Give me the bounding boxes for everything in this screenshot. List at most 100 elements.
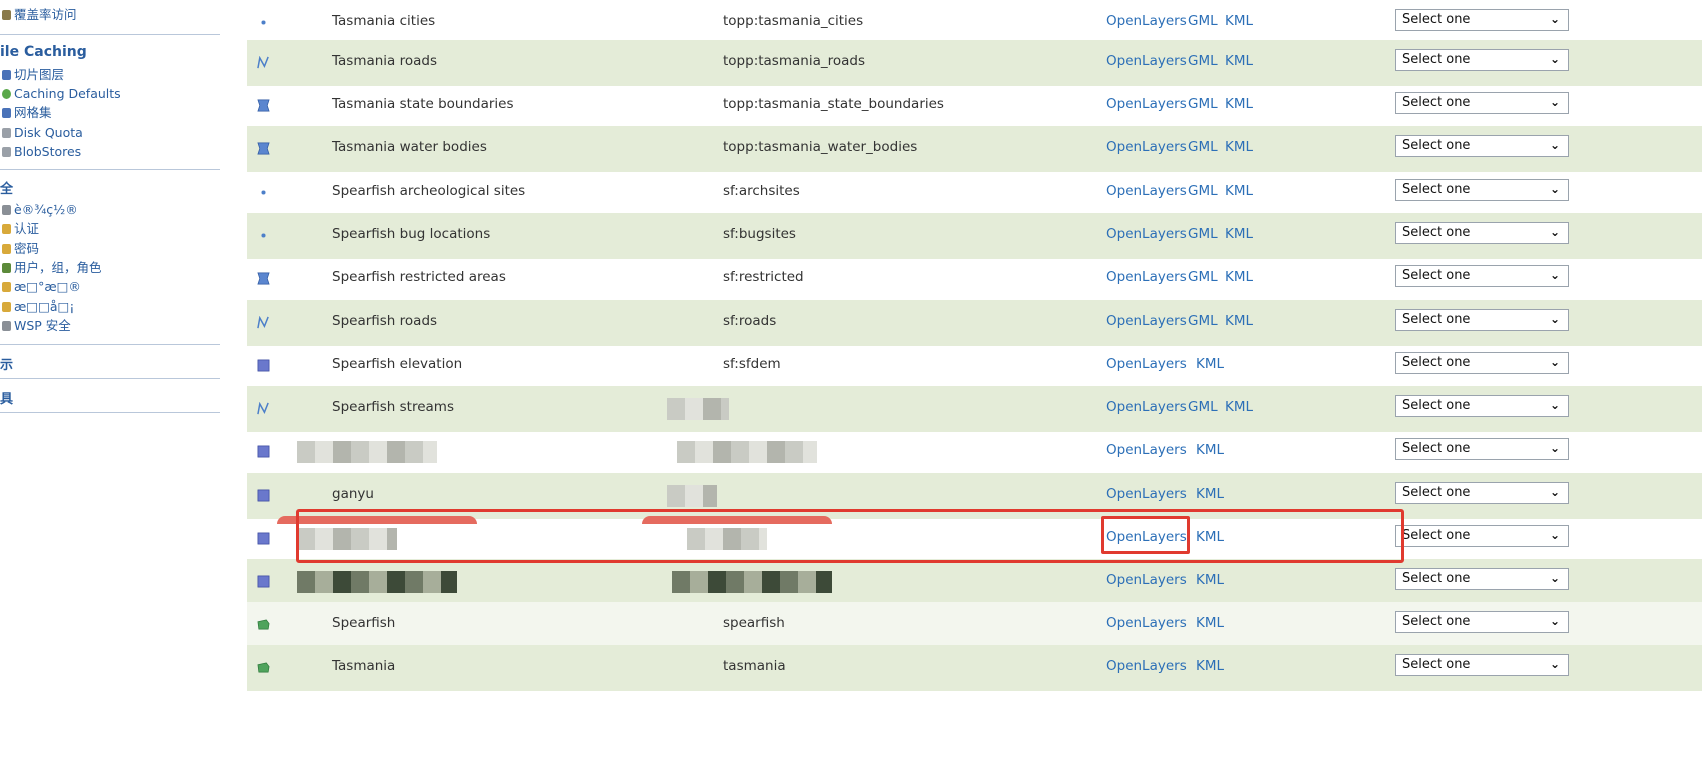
chevron-down-icon: ⌄ xyxy=(1549,485,1560,499)
output-format-select[interactable]: Select one ⌄ xyxy=(1395,352,1569,374)
select-value: Select one xyxy=(1402,485,1471,500)
layer-name: sf:roads xyxy=(723,313,777,329)
output-format-select[interactable]: Select one ⌄ xyxy=(1395,568,1569,590)
preview-link-kml[interactable]: KML xyxy=(1225,53,1253,69)
sidebar-item-tile-layers[interactable]: 切片图层 xyxy=(2,66,64,84)
chevron-down-icon: ⌄ xyxy=(1549,268,1560,282)
preview-link-openlayers[interactable]: OpenLayers xyxy=(1106,572,1187,588)
preview-link-gml[interactable]: GML xyxy=(1188,53,1218,69)
preview-link-gml[interactable]: GML xyxy=(1188,226,1218,242)
sidebar-item-service-security[interactable]: æ□□å□¡ xyxy=(2,298,74,316)
preview-link-kml[interactable]: KML xyxy=(1225,226,1253,242)
output-format-select[interactable]: Select one ⌄ xyxy=(1395,482,1569,504)
chevron-down-icon: ⌄ xyxy=(1549,12,1560,26)
layer-title: Tasmania xyxy=(332,658,396,674)
preview-link-gml[interactable]: GML xyxy=(1188,183,1218,199)
sidebar-item-settings[interactable]: è®¾ç½® xyxy=(2,201,78,219)
preview-link-kml[interactable]: KML xyxy=(1196,486,1224,502)
preview-link-gml[interactable]: GML xyxy=(1188,139,1218,155)
layer-name: tasmania xyxy=(723,658,786,674)
table-row: Tasmania roads topp:tasmania_roads OpenLay… xyxy=(247,40,1702,86)
polygon-icon xyxy=(257,272,270,285)
preview-link-gml[interactable]: GML xyxy=(1188,313,1218,329)
sidebar-item-disk-quota[interactable]: Disk Quota xyxy=(2,124,83,142)
preview-link-openlayers[interactable]: OpenLayers xyxy=(1106,226,1187,242)
preview-link-kml[interactable]: KML xyxy=(1196,615,1224,631)
output-format-select[interactable]: Select one ⌄ xyxy=(1395,222,1569,244)
preview-link-openlayers[interactable]: OpenLayers xyxy=(1106,615,1187,631)
preview-link-kml[interactable]: KML xyxy=(1225,183,1253,199)
output-format-select[interactable]: Select one ⌄ xyxy=(1395,92,1569,114)
output-format-select[interactable]: Select one ⌄ xyxy=(1395,438,1569,460)
redaction-mark xyxy=(667,398,729,420)
preview-link-kml[interactable]: KML xyxy=(1225,139,1253,155)
sidebar-item-authentication[interactable]: 认证 xyxy=(2,220,39,238)
preview-link-gml[interactable]: GML xyxy=(1188,96,1218,112)
preview-link-gml[interactable]: GML xyxy=(1188,13,1218,29)
layer-title: Spearfish archeological sites xyxy=(332,183,526,199)
output-format-select[interactable]: Select one ⌄ xyxy=(1395,309,1569,331)
preview-link-openlayers[interactable]: OpenLayers xyxy=(1106,486,1187,502)
preview-link-kml[interactable]: KML xyxy=(1196,529,1224,545)
chevron-down-icon: ⌄ xyxy=(1549,355,1560,369)
preview-link-openlayers[interactable]: OpenLayers xyxy=(1106,313,1187,329)
preview-link-openlayers[interactable]: OpenLayers xyxy=(1106,183,1187,199)
layer-name: sf:sfdem xyxy=(723,356,781,372)
sidebar-item-coverage-access[interactable]: 覆盖率访问 xyxy=(2,6,77,24)
raster-icon xyxy=(257,489,270,502)
preview-link-kml[interactable]: KML xyxy=(1196,356,1224,372)
preview-link-gml[interactable]: GML xyxy=(1188,269,1218,285)
sidebar-item-users-groups-roles[interactable]: 用户，组，角色 xyxy=(2,259,102,277)
preview-link-openlayers[interactable]: OpenLayers xyxy=(1106,269,1187,285)
output-format-select[interactable]: Select one ⌄ xyxy=(1395,525,1569,547)
preview-link-kml[interactable]: KML xyxy=(1225,269,1253,285)
point-icon xyxy=(261,233,266,238)
redaction-mark xyxy=(277,516,477,524)
select-value: Select one xyxy=(1402,138,1471,153)
preview-link-openlayers[interactable]: OpenLayers xyxy=(1106,96,1187,112)
layer-title: ganyu xyxy=(332,486,374,502)
preview-link-openlayers[interactable]: OpenLayers xyxy=(1106,53,1187,69)
preview-link-kml[interactable]: KML xyxy=(1225,313,1253,329)
preview-link-openlayers[interactable]: OpenLayers xyxy=(1106,139,1187,155)
output-format-select[interactable]: Select one ⌄ xyxy=(1395,179,1569,201)
output-format-select[interactable]: Select one ⌄ xyxy=(1395,135,1569,157)
sidebar-item-caching-defaults[interactable]: Caching Defaults xyxy=(2,85,121,103)
select-value: Select one xyxy=(1402,528,1471,543)
output-format-select[interactable]: Select one ⌄ xyxy=(1395,611,1569,633)
preview-link-kml[interactable]: KML xyxy=(1196,572,1224,588)
output-format-select[interactable]: Select one ⌄ xyxy=(1395,9,1569,31)
preview-link-kml[interactable]: KML xyxy=(1225,13,1253,29)
output-format-select[interactable]: Select one ⌄ xyxy=(1395,49,1569,71)
preview-link-openlayers[interactable]: OpenLayers xyxy=(1106,356,1187,372)
sidebar-item-data-security[interactable]: æ□°æ□® xyxy=(2,278,81,296)
select-value: Select one xyxy=(1402,657,1471,672)
data-lock-icon xyxy=(2,282,11,292)
layer-title: Tasmania cities xyxy=(332,13,436,29)
table-row: OpenLayers KML Select one ⌄ xyxy=(247,516,1702,562)
output-format-select[interactable]: Select one ⌄ xyxy=(1395,265,1569,287)
preview-link-kml[interactable]: KML xyxy=(1196,442,1224,458)
sidebar-divider xyxy=(0,169,220,170)
preview-link-kml[interactable]: KML xyxy=(1225,96,1253,112)
sidebar-item-gridsets[interactable]: 网格集 xyxy=(2,104,52,122)
table-row: Spearfish elevation sf:sfdem OpenLayers KML… xyxy=(247,343,1702,389)
output-format-select[interactable]: Select one ⌄ xyxy=(1395,654,1569,676)
preview-link-gml[interactable]: GML xyxy=(1188,399,1218,415)
preview-link-kml[interactable]: KML xyxy=(1196,658,1224,674)
sidebar-divider xyxy=(0,344,220,345)
sidebar-item-passwords[interactable]: 密码 xyxy=(2,240,39,258)
layer-name: topp:tasmania_roads xyxy=(723,53,865,69)
preview-link-openlayers[interactable]: OpenLayers xyxy=(1106,658,1187,674)
redaction-mark xyxy=(297,571,457,593)
sidebar-item-wps-security[interactable]: WSP 安全 xyxy=(2,317,71,335)
preview-link-openlayers[interactable]: OpenLayers xyxy=(1106,13,1187,29)
sidebar-item-blobstores[interactable]: BlobStores xyxy=(2,143,81,161)
preview-link-openlayers[interactable]: OpenLayers xyxy=(1106,399,1187,415)
chevron-down-icon: ⌄ xyxy=(1549,312,1560,326)
preview-link-openlayers[interactable]: OpenLayers xyxy=(1106,442,1187,458)
preview-link-openlayers[interactable]: OpenLayers xyxy=(1106,529,1187,545)
layer-preview-table: Tasmania cities topp:tasmania_cities OpenL… xyxy=(247,0,1702,760)
output-format-select[interactable]: Select one ⌄ xyxy=(1395,395,1569,417)
preview-link-kml[interactable]: KML xyxy=(1225,399,1253,415)
